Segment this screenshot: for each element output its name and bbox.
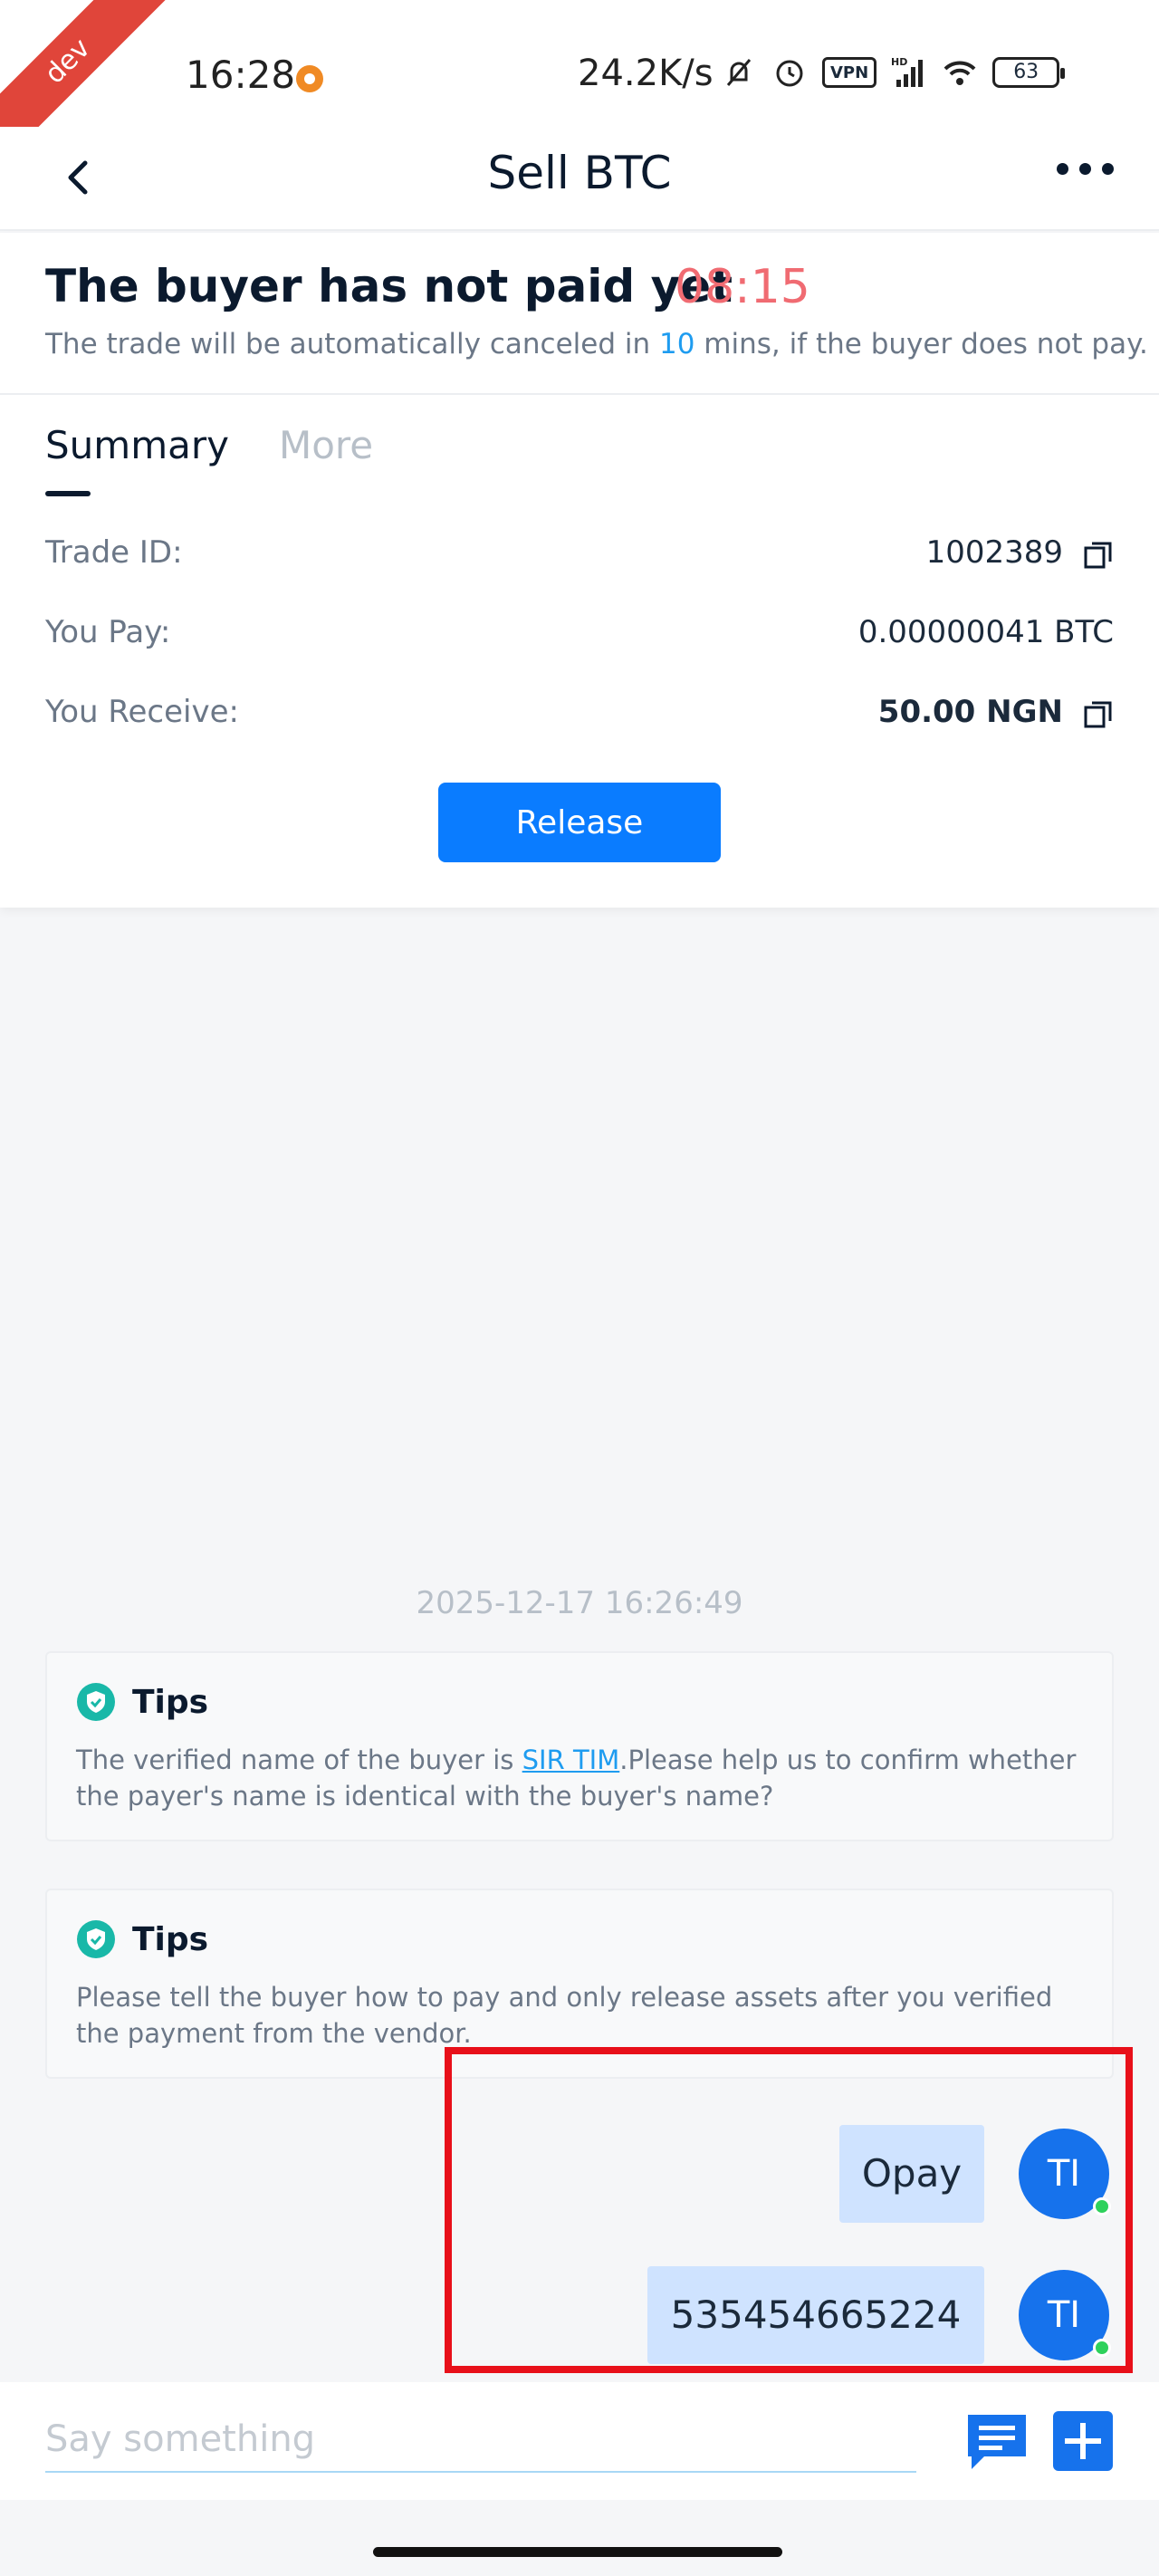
nav-bar: Sell BTC (0, 127, 1159, 231)
tip-text: Please tell the buyer how to pay and onl… (76, 1982, 1053, 2049)
release-button[interactable]: Release (438, 783, 721, 862)
dot (1057, 163, 1068, 175)
message-input[interactable] (45, 2408, 916, 2473)
tip-title: Tips (132, 1683, 209, 1721)
svg-text:HD: HD (891, 56, 907, 68)
you-receive-value: 50.00 NGN (877, 694, 1063, 730)
battery-icon: 63 (992, 57, 1066, 88)
cancel-note-suffix: mins, if the buyer does not pay. (694, 328, 1148, 360)
trade-id-label: Trade ID: (45, 534, 183, 571)
tab-summary[interactable]: Summary (45, 423, 229, 467)
tab-more[interactable]: More (279, 423, 373, 467)
tip-text-before: The verified name of the buyer is (76, 1745, 522, 1775)
buyer-name-link[interactable]: SIR TIM (522, 1745, 620, 1775)
trade-id-value: 1002389 (925, 534, 1063, 571)
network-speed: 24.2K/s (578, 53, 714, 94)
trade-status: The buyer has not paid yet (45, 260, 733, 312)
alarm-icon (776, 60, 803, 87)
wifi-icon (943, 61, 976, 85)
cancel-minutes: 10 (659, 328, 695, 360)
divider (0, 393, 1159, 395)
tip-header: Tips (76, 1682, 208, 1722)
trade-panel: The buyer has not paid yet 08:15 The tra… (0, 233, 1159, 908)
more-options-icon[interactable] (1057, 163, 1114, 175)
status-icons: VPN HD 63 (721, 54, 1066, 91)
you-receive-row: You Receive: 50.00 NGN (45, 694, 1114, 748)
trade-id-row: Trade ID: 1002389 (45, 534, 1114, 589)
countdown-timer: 08:15 (675, 260, 810, 314)
shield-check-icon (77, 1920, 115, 1958)
home-indicator[interactable] (373, 2547, 782, 2557)
cancel-note: The trade will be automatically canceled… (45, 328, 1148, 360)
tip-text: The verified name of the buyer is SIR TI… (76, 1742, 1085, 1814)
quick-reply-icon[interactable] (964, 2411, 1030, 2473)
add-attachment-button[interactable] (1053, 2411, 1113, 2471)
tip-card: Tips The verified name of the buyer is S… (45, 1651, 1114, 1841)
you-receive-label: You Receive: (45, 694, 239, 730)
chat-timestamp: 2025-12-17 16:26:49 (416, 1585, 743, 1621)
input-bar (0, 2382, 1159, 2500)
app-notification-icon (296, 65, 323, 92)
dot (1079, 163, 1091, 175)
you-pay-row: You Pay: 0.00000041 BTC (45, 614, 1114, 668)
highlight-box (445, 2047, 1133, 2373)
cancel-note-prefix: The trade will be automatically canceled… (45, 328, 659, 360)
signal-icon: HD (891, 56, 924, 87)
mute-bell-icon (726, 59, 752, 86)
copy-icon[interactable] (1083, 699, 1114, 730)
tip-header: Tips (76, 1919, 208, 1959)
dot (1102, 163, 1114, 175)
status-time: 16:28 (186, 53, 296, 97)
bottom-area (0, 2500, 1159, 2576)
page-title: Sell BTC (487, 147, 672, 199)
tip-title: Tips (132, 1920, 209, 1958)
tab-indicator (45, 491, 91, 496)
vpn-icon: VPN (822, 57, 877, 88)
you-pay-label: You Pay: (45, 614, 171, 650)
you-pay-value: 0.00000041 BTC (857, 614, 1114, 650)
copy-icon[interactable] (1083, 540, 1114, 571)
shield-check-icon (77, 1683, 115, 1721)
